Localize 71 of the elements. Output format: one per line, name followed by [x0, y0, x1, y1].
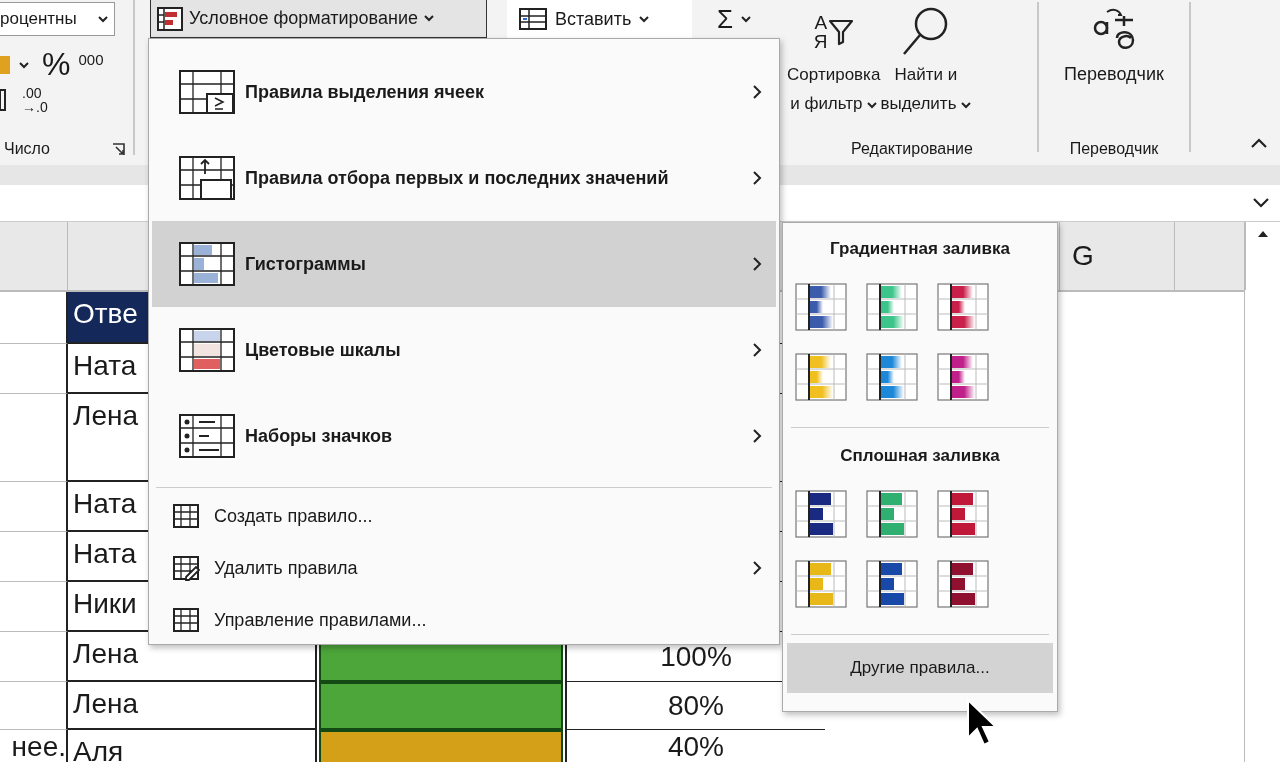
data-bar-swatch[interactable] — [795, 560, 847, 608]
scrollbar[interactable] — [1244, 290, 1280, 762]
percent-style-button[interactable]: % — [42, 46, 71, 83]
scroll-up-icon[interactable] — [1257, 230, 1269, 238]
number-format-dropdown[interactable]: роцентны — [0, 2, 115, 36]
sort-filter-button[interactable]: А Я Сортировка и фильтр — [787, 0, 881, 118]
caret-icon[interactable] — [18, 59, 30, 70]
table-cell — [0, 532, 68, 582]
data-bar-swatch[interactable] — [866, 560, 918, 608]
table-cell: Лена — [68, 682, 315, 730]
translator-button[interactable]: Переводчик — [1064, 0, 1164, 89]
rules-icon — [179, 156, 235, 200]
caret-icon — [424, 15, 434, 22]
data-bar-swatch[interactable] — [866, 283, 918, 331]
table-cell — [0, 482, 68, 532]
rules-icon — [179, 70, 235, 114]
find-select-button[interactable]: Найти и выделить — [880, 0, 972, 118]
table-icon — [172, 555, 200, 581]
insert-button[interactable]: Вставить — [507, 0, 692, 38]
chevron-right-icon — [752, 342, 762, 358]
section-title: Градиентная заливка — [829, 239, 1011, 259]
collapse-ribbon-icon[interactable] — [1250, 137, 1268, 149]
chevron-right-icon — [752, 256, 762, 272]
table-cell: 40% — [567, 730, 825, 762]
group-label: Число — [4, 140, 50, 158]
column-header[interactable]: G — [1072, 240, 1094, 272]
decrease-decimal-button[interactable]: .00 →.0 — [22, 86, 48, 114]
data-bar-swatch[interactable] — [795, 353, 847, 401]
data-bar-swatch[interactable] — [866, 353, 918, 401]
expand-icon[interactable] — [1252, 197, 1270, 209]
data-bar-swatch[interactable] — [937, 283, 989, 331]
dialog-launcher-icon[interactable] — [112, 142, 125, 156]
conditional-formatting-button[interactable]: Условное форматирование — [150, 0, 487, 38]
table-cell: нее. — [0, 730, 68, 762]
data-bar-swatch[interactable] — [937, 560, 989, 608]
group-label: Редактирование — [850, 140, 974, 158]
more-rules-button[interactable]: Другие правила... — [787, 643, 1053, 693]
chevron-right-icon — [752, 428, 762, 444]
menu-item[interactable]: Правила выделения ячеек — [152, 49, 776, 135]
thousands-separator-button[interactable]: 000 — [78, 51, 104, 68]
rules-icon — [179, 414, 235, 458]
insert-cells-icon — [519, 8, 547, 30]
chevron-right-icon — [752, 560, 762, 576]
chevron-right-icon — [752, 170, 762, 186]
table-cell — [0, 682, 68, 730]
data-bar-swatch[interactable] — [866, 490, 918, 538]
caret-icon — [98, 15, 108, 23]
table-cell: Аля — [68, 730, 315, 762]
section-title: Сплошная заливка — [839, 446, 1001, 466]
table-cell — [0, 582, 68, 632]
menu-item[interactable]: Правила отбора первых и последних значений — [152, 135, 776, 221]
data-bar-swatch[interactable] — [795, 283, 847, 331]
table-cell — [0, 344, 68, 394]
chevron-right-icon — [752, 84, 762, 100]
caret-icon — [639, 15, 650, 23]
table-cell — [0, 632, 68, 682]
filter-icon — [827, 18, 854, 46]
table-icon — [172, 607, 200, 633]
data-bar-swatch[interactable] — [937, 490, 989, 538]
menu-item[interactable]: Гистограммы — [152, 221, 776, 307]
autosum-button[interactable]: Σ — [707, 0, 762, 38]
table-icon — [172, 503, 200, 529]
conditional-formatting-icon — [157, 6, 183, 31]
data-bar-swatch[interactable] — [937, 353, 989, 401]
group-label: Переводчик — [1068, 140, 1160, 158]
rules-icon — [179, 328, 235, 372]
data-bar-swatch[interactable] — [795, 490, 847, 538]
caret-icon — [741, 15, 752, 23]
caret-icon — [961, 102, 972, 109]
caret-icon — [867, 102, 878, 109]
rules-icon — [179, 242, 235, 286]
